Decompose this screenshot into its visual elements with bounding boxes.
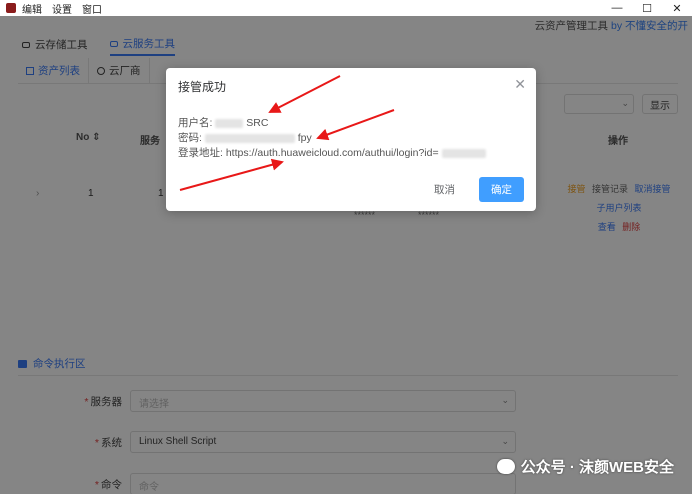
close-window-icon[interactable]: ✕ — [662, 0, 692, 16]
login-label: 登录地址: — [178, 147, 223, 159]
password-value: fpy — [297, 132, 312, 144]
username-label: 用户名: — [178, 117, 213, 129]
redacted-block — [215, 118, 244, 128]
dialog-body: 用户名: SRC 密码: fpy 登录地址: https://auth.huaw… — [178, 116, 486, 161]
login-url-line: 登录地址: https://auth.huaweicloud.com/authu… — [178, 146, 486, 161]
menu-settings[interactable]: 设置 — [52, 1, 72, 16]
title-bar: 编辑 设置 窗口 — ☐ ✕ — [0, 0, 692, 16]
maximize-icon[interactable]: ☐ — [632, 0, 662, 16]
dialog-title: 接管成功 — [178, 80, 227, 94]
confirm-button[interactable]: 确定 — [479, 177, 524, 202]
watermark: 公众号 · 沫颜WEB安全 — [496, 456, 674, 477]
window-controls: — ☐ ✕ — [602, 0, 692, 16]
watermark-text: 公众号 · 沫颜WEB安全 — [520, 459, 674, 476]
dialog-footer: 取消 确定 — [426, 177, 524, 202]
redacted-block — [204, 133, 295, 143]
menu-edit[interactable]: 编辑 — [22, 1, 42, 16]
menu-window[interactable]: 窗口 — [82, 1, 102, 16]
cancel-button[interactable]: 取消 — [426, 177, 463, 202]
username-value: SRC — [246, 117, 269, 129]
login-url[interactable]: https://auth.huaweicloud.com/authui/logi… — [226, 147, 439, 159]
username-line: 用户名: SRC — [178, 116, 486, 131]
takeover-success-dialog: 接管成功 ✕ 用户名: SRC 密码: fpy 登录地址: https://au… — [166, 68, 536, 211]
password-label: 密码: — [178, 132, 202, 144]
app-icon — [6, 3, 16, 13]
close-icon[interactable]: ✕ — [514, 76, 526, 93]
redacted-block — [441, 148, 486, 158]
minimize-icon[interactable]: — — [602, 0, 632, 16]
wechat-icon — [496, 459, 515, 474]
password-line: 密码: fpy — [178, 131, 486, 146]
